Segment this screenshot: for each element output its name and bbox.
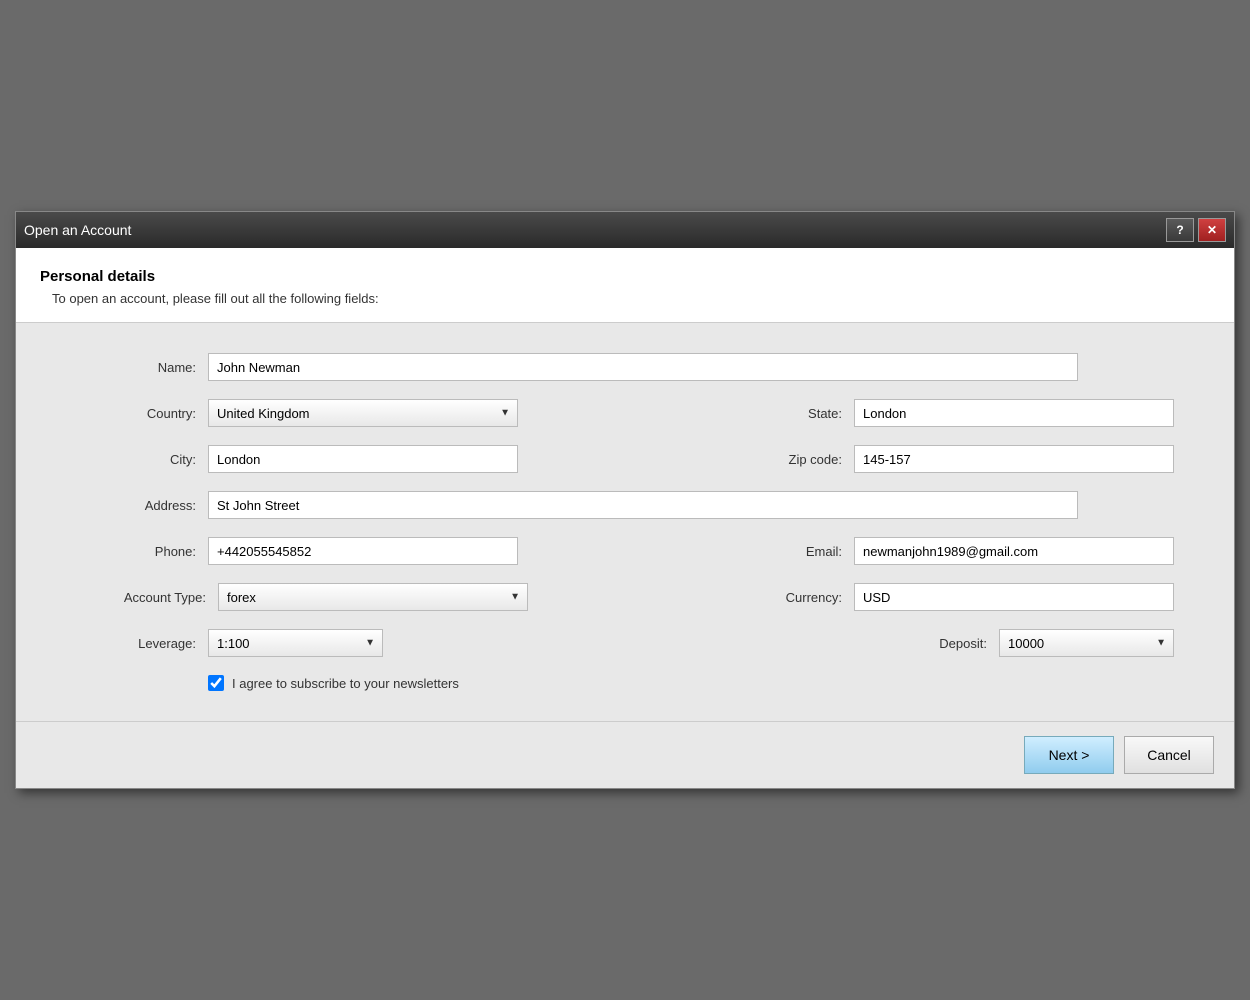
- currency-group: Currency:: [625, 583, 1174, 611]
- name-row: Name:: [76, 353, 1174, 381]
- deposit-select-wrapper: 10000 5000 25000 50000: [999, 629, 1174, 657]
- zip-input[interactable]: [854, 445, 1174, 473]
- account-currency-row: Account Type: forex crypto stocks Curren…: [76, 583, 1174, 611]
- phone-group: Phone:: [76, 537, 625, 565]
- account-type-select[interactable]: forex crypto stocks: [218, 583, 528, 611]
- phone-label: Phone:: [76, 544, 196, 559]
- header-section: Personal details To open an account, ple…: [16, 248, 1234, 323]
- dialog-title: Open an Account: [24, 222, 131, 238]
- state-input[interactable]: [854, 399, 1174, 427]
- title-bar-buttons: ? ✕: [1166, 218, 1226, 242]
- state-group: State:: [625, 399, 1174, 427]
- country-select[interactable]: United Kingdom United States Germany Fra…: [208, 399, 518, 427]
- account-type-group: Account Type: forex crypto stocks: [76, 583, 625, 611]
- city-label: City:: [76, 452, 196, 467]
- section-title: Personal details: [40, 268, 1210, 285]
- account-type-select-wrapper: forex crypto stocks: [218, 583, 528, 611]
- email-label: Email:: [772, 544, 842, 559]
- leverage-label: Leverage:: [76, 636, 196, 651]
- state-label: State:: [762, 406, 842, 421]
- deposit-group: Deposit: 10000 5000 25000 50000: [625, 629, 1174, 657]
- cancel-button[interactable]: Cancel: [1124, 736, 1214, 774]
- title-bar: Open an Account ? ✕: [16, 212, 1234, 248]
- address-label: Address:: [76, 498, 196, 513]
- leverage-group: Leverage: 1:100 1:50 1:200 1:500: [76, 629, 625, 657]
- zip-label: Zip code:: [742, 452, 842, 467]
- close-button[interactable]: ✕: [1198, 218, 1226, 242]
- form-area: Name: Country: United Kingdom United Sta…: [16, 323, 1234, 722]
- name-input[interactable]: [208, 353, 1078, 381]
- help-button[interactable]: ?: [1166, 218, 1194, 242]
- city-group: City:: [76, 445, 625, 473]
- email-group: Email:: [625, 537, 1174, 565]
- deposit-label: Deposit:: [897, 636, 987, 651]
- address-input[interactable]: [208, 491, 1078, 519]
- leverage-select-wrapper: 1:100 1:50 1:200 1:500: [208, 629, 383, 657]
- deposit-select[interactable]: 10000 5000 25000 50000: [999, 629, 1174, 657]
- next-button[interactable]: Next >: [1024, 736, 1114, 774]
- leverage-select[interactable]: 1:100 1:50 1:200 1:500: [208, 629, 383, 657]
- city-input[interactable]: [208, 445, 518, 473]
- section-subtitle: To open an account, please fill out all …: [52, 291, 1210, 306]
- currency-input[interactable]: [854, 583, 1174, 611]
- country-label: Country:: [76, 406, 196, 421]
- account-type-label: Account Type:: [76, 590, 206, 605]
- open-account-dialog: Open an Account ? ✕ Personal details To …: [15, 211, 1235, 789]
- phone-input[interactable]: [208, 537, 518, 565]
- address-row: Address:: [76, 491, 1174, 519]
- country-state-row: Country: United Kingdom United States Ge…: [76, 399, 1174, 427]
- name-label: Name:: [76, 360, 196, 375]
- city-zip-row: City: Zip code:: [76, 445, 1174, 473]
- currency-label: Currency:: [752, 590, 842, 605]
- footer: Next > Cancel: [16, 722, 1234, 788]
- email-input[interactable]: [854, 537, 1174, 565]
- newsletter-row: I agree to subscribe to your newsletters: [208, 675, 1174, 691]
- newsletter-label: I agree to subscribe to your newsletters: [232, 676, 459, 691]
- country-select-wrapper: United Kingdom United States Germany Fra…: [208, 399, 518, 427]
- country-group: Country: United Kingdom United States Ge…: [76, 399, 625, 427]
- leverage-deposit-row: Leverage: 1:100 1:50 1:200 1:500 Deposit…: [76, 629, 1174, 657]
- zip-group: Zip code:: [625, 445, 1174, 473]
- phone-email-row: Phone: Email:: [76, 537, 1174, 565]
- newsletter-checkbox[interactable]: [208, 675, 224, 691]
